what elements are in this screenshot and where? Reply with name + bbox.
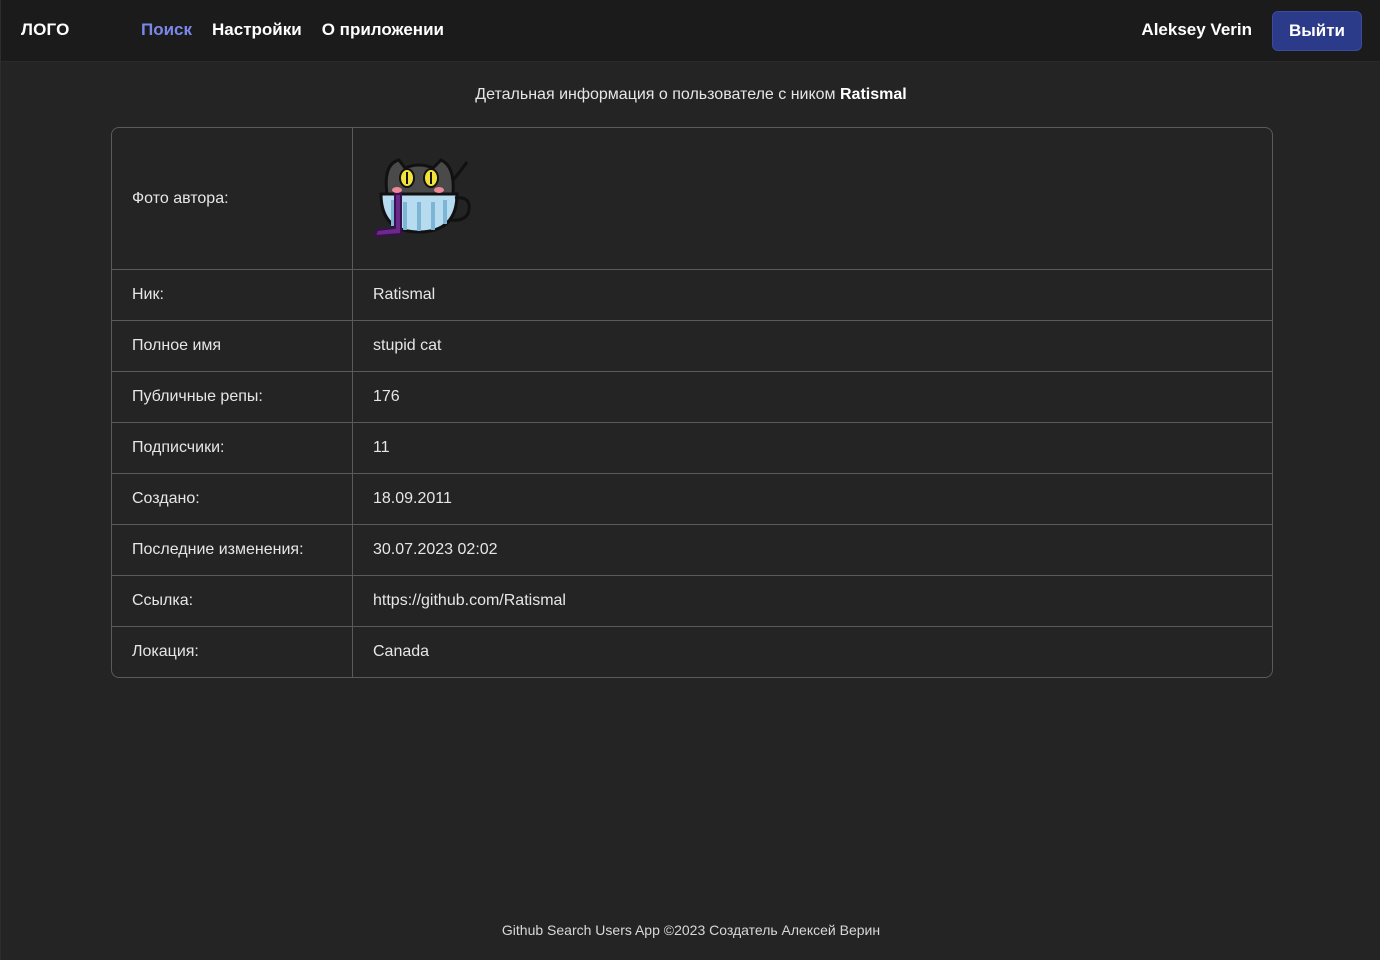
table-row: Последние изменения: 30.07.2023 02:02 — [112, 524, 1272, 575]
table-row: Публичные репы: 176 — [112, 371, 1272, 422]
row-value: 11 — [373, 439, 390, 456]
nav-settings-link[interactable]: Настройки — [212, 20, 302, 40]
logout-button[interactable]: Выйти — [1272, 11, 1362, 51]
row-label: Ссылка: — [112, 576, 353, 626]
row-value-photo — [353, 128, 1272, 269]
user-details-table: Фото автора: Ник: Ratismal Полное имя st… — [111, 127, 1273, 678]
row-label: Создано: — [112, 474, 353, 524]
user-name: Aleksey Verin — [1141, 20, 1252, 39]
app-header: ЛОГО Поиск Настройки О приложении Alekse… — [1, 0, 1380, 62]
table-row: Полное имя stupid cat — [112, 320, 1272, 371]
table-row: Ссылка: https://github.com/Ratismal — [112, 575, 1272, 626]
footer-text: Github Search Users App ©2023 Создатель … — [501, 922, 881, 938]
page-title: Детальная информация о пользователе с ни… — [1, 86, 1380, 104]
page-title-prefix: Детальная информация о пользователе с ни… — [475, 86, 836, 103]
row-value-link[interactable]: https://github.com/Ratismal — [353, 576, 1272, 626]
row-label: Полное имя — [112, 321, 353, 371]
page-title-nick: Ratismal — [840, 86, 907, 103]
logo[interactable]: ЛОГО — [21, 20, 70, 40]
row-label: Фото автора: — [112, 128, 353, 269]
row-value: stupid cat — [373, 337, 442, 354]
table-row: Локация: Canada — [112, 626, 1272, 677]
row-label: Ник: — [112, 270, 353, 320]
row-label: Публичные репы: — [112, 372, 353, 422]
user-avatar — [373, 157, 471, 237]
nav-about-link[interactable]: О приложении — [322, 20, 444, 40]
row-label: Локация: — [112, 627, 353, 677]
table-row: Подписчики: 11 — [112, 422, 1272, 473]
row-value: 176 — [373, 388, 400, 405]
nav-search-link[interactable]: Поиск — [141, 20, 192, 40]
row-label: Последние изменения: — [112, 525, 353, 575]
row-value: 30.07.2023 02:02 — [373, 541, 498, 558]
row-label: Подписчики: — [112, 423, 353, 473]
table-row-photo: Фото автора: — [112, 128, 1272, 269]
row-value: Canada — [373, 643, 430, 660]
main-nav: Поиск Настройки О приложении — [141, 20, 444, 40]
table-row: Ник: Ratismal — [112, 269, 1272, 320]
row-value: 18.09.2011 — [373, 490, 452, 507]
table-row: Создано: 18.09.2011 — [112, 473, 1272, 524]
row-value: Ratismal — [373, 286, 436, 303]
